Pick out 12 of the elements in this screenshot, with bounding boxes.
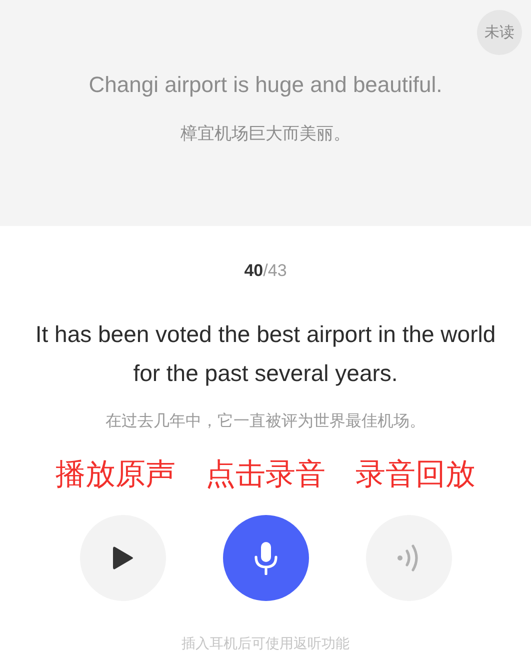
previous-sentence: Changi airport is huge and beautiful. bbox=[88, 72, 442, 98]
play-icon bbox=[112, 545, 134, 571]
current-translation: 在过去几年中，它一直被评为世界最佳机场。 bbox=[106, 412, 426, 432]
current-sentence: It has been voted the best airport in the world for the past several years. bbox=[34, 320, 497, 388]
microphone-icon bbox=[252, 541, 278, 575]
sentence-counter: 40/43 bbox=[244, 261, 287, 281]
previous-translation: 樟宜机场巨大而美丽。 bbox=[180, 123, 350, 145]
annotation-label: 点击录音 bbox=[206, 457, 326, 493]
annotation-label: 播放原声 bbox=[56, 457, 176, 493]
hint-text: 插入耳机后可使用返听功能 bbox=[182, 635, 350, 653]
annotation-label: 录音回放 bbox=[356, 457, 476, 493]
unread-badge: 未读 bbox=[477, 10, 522, 55]
